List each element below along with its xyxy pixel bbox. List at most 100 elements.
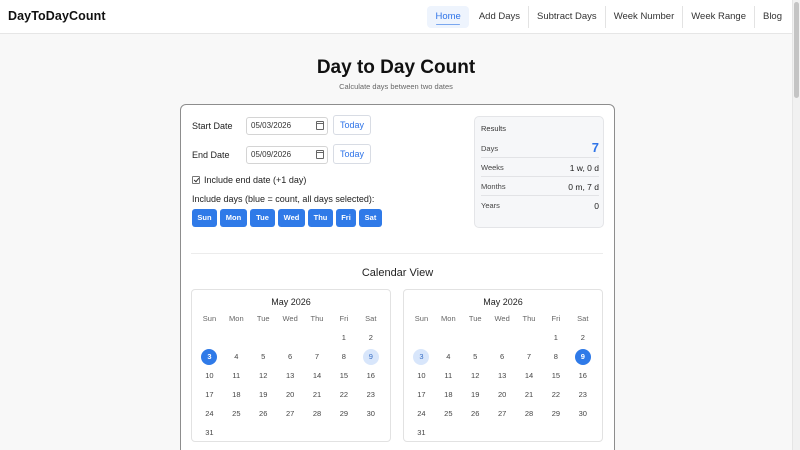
calendar-day-number: 2: [580, 332, 585, 342]
include-end-checkbox[interactable]: [192, 176, 200, 184]
calendar-day[interactable]: 28: [516, 404, 543, 423]
calendar-day[interactable]: 10: [196, 366, 223, 385]
calendar-day[interactable]: 13: [277, 366, 304, 385]
calendar-day[interactable]: 25: [435, 404, 462, 423]
calendar-day[interactable]: 9: [357, 347, 384, 366]
nav-subtract-days[interactable]: Subtract Days: [529, 6, 606, 28]
page-scrollbar[interactable]: [792, 0, 800, 450]
calendar-day[interactable]: 24: [408, 404, 435, 423]
calendar-day-number: 3: [413, 348, 430, 365]
calendar-day[interactable]: 11: [223, 366, 250, 385]
calendar-day-number: 1: [553, 332, 558, 342]
calendar-day[interactable]: 21: [304, 385, 331, 404]
toggle-sun[interactable]: Sun: [192, 209, 217, 227]
brand-logo[interactable]: DayToDayCount: [8, 9, 106, 23]
start-today-button[interactable]: Today: [333, 115, 371, 135]
calendar-day[interactable]: 18: [223, 385, 250, 404]
calendar-day[interactable]: 20: [489, 385, 516, 404]
calendar-day[interactable]: 11: [435, 366, 462, 385]
calendar-day[interactable]: 16: [357, 366, 384, 385]
calendar-day[interactable]: 26: [250, 404, 277, 423]
calendar-day-number: 29: [551, 408, 561, 418]
calendar-day[interactable]: 21: [516, 385, 543, 404]
calendar-day[interactable]: 15: [542, 366, 569, 385]
calendar-day[interactable]: 14: [304, 366, 331, 385]
calendar-day[interactable]: 10: [408, 366, 435, 385]
start-date-input[interactable]: 05/03/2026: [246, 117, 328, 135]
calendar-day[interactable]: 17: [408, 385, 435, 404]
calendar-day[interactable]: 27: [489, 404, 516, 423]
calendar-day[interactable]: 12: [462, 366, 489, 385]
end-today-button[interactable]: Today: [333, 144, 371, 164]
include-end-label[interactable]: Include end date (+1 day): [204, 175, 306, 185]
calendar-icon[interactable]: [316, 121, 324, 130]
calendar-day[interactable]: 27: [277, 404, 304, 423]
calendar-day[interactable]: 7: [304, 347, 331, 366]
toggle-mon[interactable]: Mon: [220, 209, 247, 227]
calendar-day[interactable]: 20: [277, 385, 304, 404]
calendar-day[interactable]: 24: [196, 404, 223, 423]
calendar-day[interactable]: 8: [542, 347, 569, 366]
nav-week-number[interactable]: Week Number: [606, 6, 684, 28]
end-date-input[interactable]: 05/09/2026: [246, 146, 328, 164]
calendar-icon[interactable]: [316, 150, 324, 159]
calendar-day[interactable]: 26: [462, 404, 489, 423]
nav-add-days[interactable]: Add Days: [471, 6, 530, 28]
empty-cell: [304, 328, 331, 347]
toggle-thu[interactable]: Thu: [308, 209, 333, 227]
calendar-day[interactable]: 7: [516, 347, 543, 366]
calendar-day[interactable]: 13: [489, 366, 516, 385]
calendar-day[interactable]: 2: [569, 328, 596, 347]
calendar-day-number: 24: [417, 408, 426, 418]
calendar-day[interactable]: 2: [357, 328, 384, 347]
calendar-day[interactable]: 22: [542, 385, 569, 404]
calendar-day[interactable]: 4: [223, 347, 250, 366]
toggle-fri[interactable]: Fri: [336, 209, 356, 227]
calendar-day[interactable]: 6: [489, 347, 516, 366]
toggle-wed[interactable]: Wed: [278, 209, 305, 227]
calendar-day[interactable]: 31: [196, 423, 223, 442]
calendar-day[interactable]: 31: [408, 423, 435, 442]
calendar-day[interactable]: 18: [435, 385, 462, 404]
calendar-day[interactable]: 17: [196, 385, 223, 404]
results-panel: Results Days 7 Weeks 1 w, 0 d Months 0 m…: [474, 116, 604, 228]
weekday-header: Tue: [468, 314, 482, 323]
weekday-header: Sun: [202, 314, 217, 323]
calendar-day[interactable]: 29: [330, 404, 357, 423]
calendar-day[interactable]: 25: [223, 404, 250, 423]
calendar-day[interactable]: 1: [542, 328, 569, 347]
nav-home[interactable]: Home: [427, 6, 469, 28]
calendar-day[interactable]: 3: [196, 347, 223, 366]
calendar-day[interactable]: 29: [542, 404, 569, 423]
calendar-day[interactable]: 4: [435, 347, 462, 366]
calendar-day[interactable]: 6: [277, 347, 304, 366]
calendar-day[interactable]: 15: [330, 366, 357, 385]
toggle-sat[interactable]: Sat: [359, 209, 382, 227]
calendar-day[interactable]: 9: [569, 347, 596, 366]
calendar-day[interactable]: 5: [250, 347, 277, 366]
calendar-day-number: 5: [473, 351, 478, 361]
calendar-day[interactable]: 23: [357, 385, 384, 404]
calendar-day[interactable]: 5: [462, 347, 489, 366]
scrollbar-thumb[interactable]: [794, 2, 799, 98]
calendar-day[interactable]: 28: [304, 404, 331, 423]
calendar-day-number: 7: [526, 351, 532, 361]
results-title: Results: [481, 124, 507, 133]
calendar-day[interactable]: 19: [250, 385, 277, 404]
calendar-day[interactable]: 23: [569, 385, 596, 404]
calendar-day[interactable]: 1: [330, 328, 357, 347]
calendar-day[interactable]: 16: [569, 366, 596, 385]
calendar-day[interactable]: 14: [516, 366, 543, 385]
calendar-day[interactable]: 30: [569, 404, 596, 423]
calendar-day[interactable]: 12: [250, 366, 277, 385]
calendar-day[interactable]: 19: [462, 385, 489, 404]
nav-week-range[interactable]: Week Range: [683, 6, 755, 28]
calendar-day[interactable]: 22: [330, 385, 357, 404]
empty-cell: [277, 328, 304, 347]
nav-blog[interactable]: Blog: [755, 6, 782, 28]
toggle-tue[interactable]: Tue: [250, 209, 275, 227]
calendar-day[interactable]: 3: [408, 347, 435, 366]
calendar-day[interactable]: 30: [357, 404, 384, 423]
result-value: 0 m, 7 d: [568, 182, 599, 192]
calendar-day[interactable]: 8: [330, 347, 357, 366]
